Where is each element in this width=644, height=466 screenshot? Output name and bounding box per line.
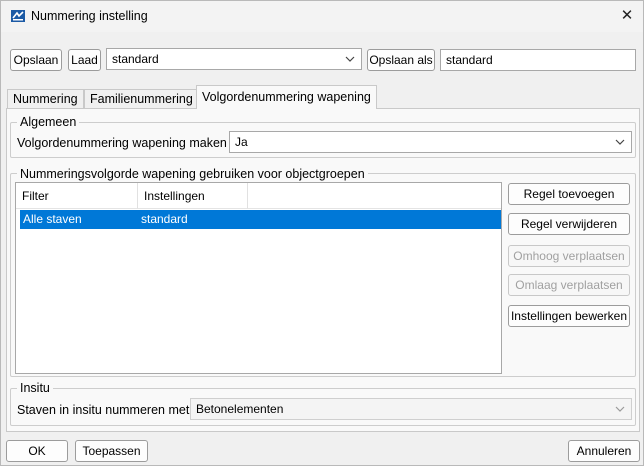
make-numbering-label: Volgordenummering wapening maken xyxy=(17,136,227,150)
insitu-select[interactable]: Betonelementen xyxy=(190,398,632,420)
apply-button[interactable]: Toepassen xyxy=(75,440,148,462)
table-row[interactable]: Alle staven standard xyxy=(20,210,501,229)
insitu-group-title: Insitu xyxy=(17,381,53,395)
preset-select[interactable]: standard xyxy=(106,48,362,70)
dialog-window: Nummering instelling ✕ Opslaan Laad stan… xyxy=(0,0,644,466)
app-icon xyxy=(11,10,25,22)
preset-select-value: standard xyxy=(112,52,159,66)
save-as-button[interactable]: Opslaan als xyxy=(367,49,435,71)
tab-volgordenummering-wapening[interactable]: Volgordenummering wapening xyxy=(196,85,377,109)
make-numbering-select[interactable]: Ja xyxy=(229,131,632,153)
title-bar: Nummering instelling ✕ xyxy=(1,1,643,32)
row-filter-cell: Alle staven xyxy=(23,212,82,226)
insitu-value: Betonelementen xyxy=(196,402,284,416)
load-button[interactable]: Laad xyxy=(68,49,101,71)
order-group-title: Nummeringsvolgorde wapening gebruiken vo… xyxy=(17,167,368,181)
move-down-button[interactable]: Omlaag verplaatsen xyxy=(508,274,630,296)
column-header-settings[interactable]: Instellingen xyxy=(138,183,248,209)
tab-familienummering[interactable]: Familienummering xyxy=(84,89,199,108)
add-rule-button[interactable]: Regel toevoegen xyxy=(508,183,630,205)
make-numbering-value: Ja xyxy=(235,135,248,149)
move-up-button[interactable]: Omhoog verplaatsen xyxy=(508,245,630,267)
row-settings-cell: standard xyxy=(141,212,188,226)
save-button[interactable]: Opslaan xyxy=(10,49,62,71)
chevron-down-icon xyxy=(344,49,356,69)
save-as-name-input[interactable]: standard xyxy=(440,49,636,71)
remove-rule-button[interactable]: Regel verwijderen xyxy=(508,213,630,235)
chevron-down-icon xyxy=(614,132,626,152)
order-rules-list[interactable]: Filter Instellingen Alle staven standard xyxy=(15,182,502,374)
edit-settings-button[interactable]: Instellingen bewerken xyxy=(508,305,630,327)
column-header-filter[interactable]: Filter xyxy=(16,183,138,209)
close-icon[interactable]: ✕ xyxy=(613,4,641,28)
list-header: Filter Instellingen xyxy=(16,183,501,209)
insitu-label: Staven in insitu nummeren met xyxy=(17,403,190,417)
ok-button[interactable]: OK xyxy=(6,440,68,462)
chevron-down-icon xyxy=(614,399,626,419)
cancel-button[interactable]: Annuleren xyxy=(568,440,640,462)
tab-nummering[interactable]: Nummering xyxy=(7,89,84,108)
window-title: Nummering instelling xyxy=(31,9,148,23)
general-group-title: Algemeen xyxy=(17,115,80,129)
